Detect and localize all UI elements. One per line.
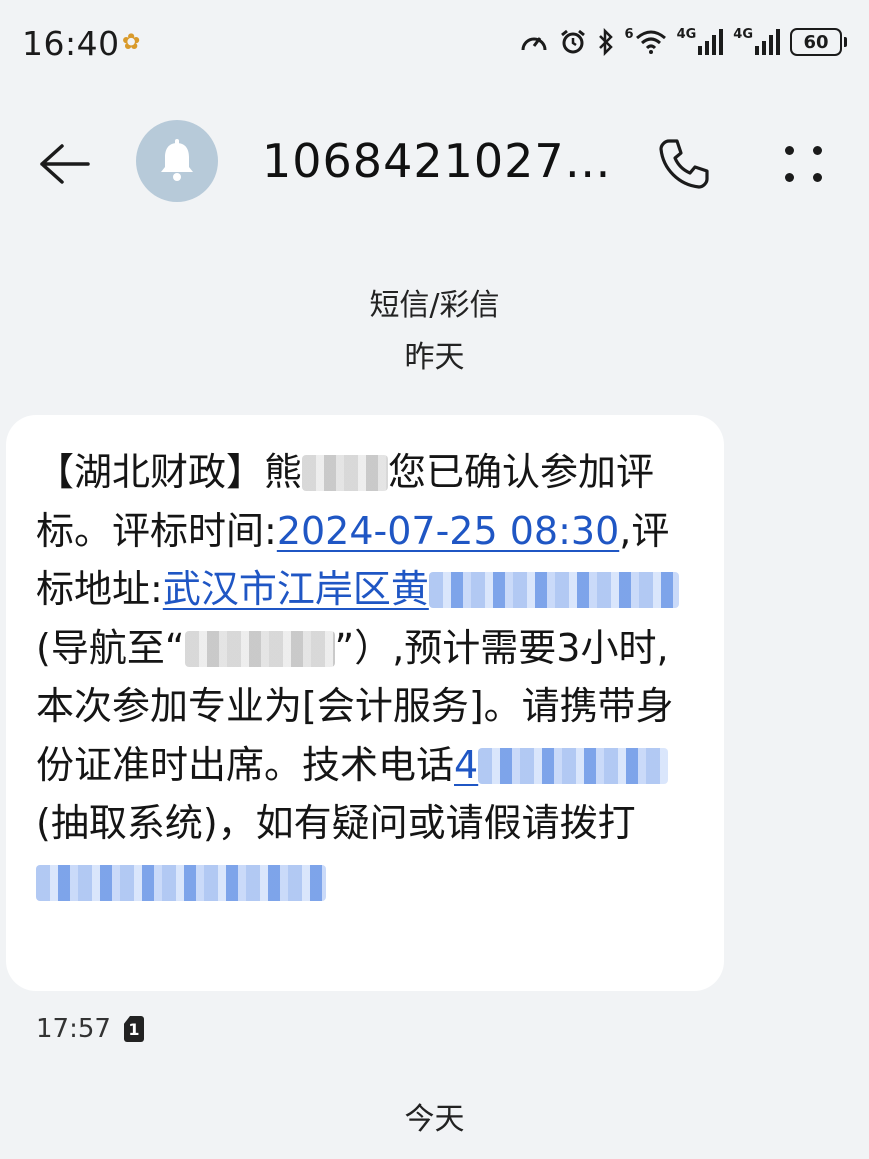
message-type-label: 短信/彩信	[369, 288, 500, 323]
sender-number[interactable]: 1068421027…	[262, 134, 612, 188]
cellular-signal-2-icon: 4G	[733, 26, 780, 55]
network-label-2: 4G	[733, 26, 753, 42]
status-time: 16:40	[22, 24, 120, 63]
address-link[interactable]: 武汉市江岸区黄	[163, 567, 679, 611]
speedometer-icon	[519, 28, 549, 56]
redacted-contact-phone[interactable]	[36, 864, 326, 901]
message-text-1: 【湖北财政】熊	[36, 450, 303, 494]
status-icons: 6 4G 4G 60	[519, 26, 847, 56]
cellular-signal-1-icon: 4G	[676, 26, 724, 55]
tech-phone-link[interactable]: 4	[454, 742, 669, 787]
message-text-6: (抽取系统)，如有疑问或请假请拨打	[36, 801, 636, 845]
day-label-yesterday: 昨天	[404, 340, 465, 375]
message-text-4: (导航至“	[36, 625, 185, 670]
sim-card-icon: 1	[124, 1016, 144, 1042]
redacted-address	[428, 572, 679, 608]
wifi-icon: 6	[624, 26, 667, 54]
redacted-destination	[184, 630, 335, 667]
phone-icon	[659, 139, 709, 189]
day-label-today: 今天	[404, 1102, 465, 1137]
bluetooth-icon	[597, 28, 615, 56]
battery-icon: 60	[790, 28, 847, 56]
network-label-1: 4G	[676, 26, 697, 42]
more-options-button[interactable]	[776, 136, 832, 192]
redacted-tech-phone	[478, 747, 669, 784]
datetime-link[interactable]: 2024-07-25 08:30	[277, 509, 619, 553]
back-button[interactable]	[32, 132, 96, 196]
tech-phone-text: 4	[454, 742, 479, 787]
address-text: 武汉市江岸区黄	[162, 567, 429, 611]
wifi-label: 6	[624, 26, 634, 42]
bell-icon	[161, 139, 193, 181]
avatar[interactable]	[136, 120, 218, 202]
more-dots-icon	[785, 146, 794, 155]
message-body: 【湖北财政】熊 您已确认参加评标。评标时间:2024-07-25 08:30,评标…	[36, 443, 700, 911]
conversation-header: 1068421027…	[0, 100, 869, 225]
redacted-name	[302, 455, 389, 491]
status-bar: 16:40 ✿ 6 4G 4G 60	[0, 0, 869, 92]
call-button[interactable]	[654, 134, 714, 194]
message-bubble[interactable]: 【湖北财政】熊 您已确认参加评标。评标时间:2024-07-25 08:30,评标…	[6, 415, 724, 991]
message-time: 17:57	[36, 1014, 111, 1044]
arrow-left-icon	[40, 144, 90, 184]
app-notification-icon: ✿	[122, 30, 141, 55]
alarm-icon	[559, 28, 587, 56]
battery-level: 60	[790, 28, 842, 56]
